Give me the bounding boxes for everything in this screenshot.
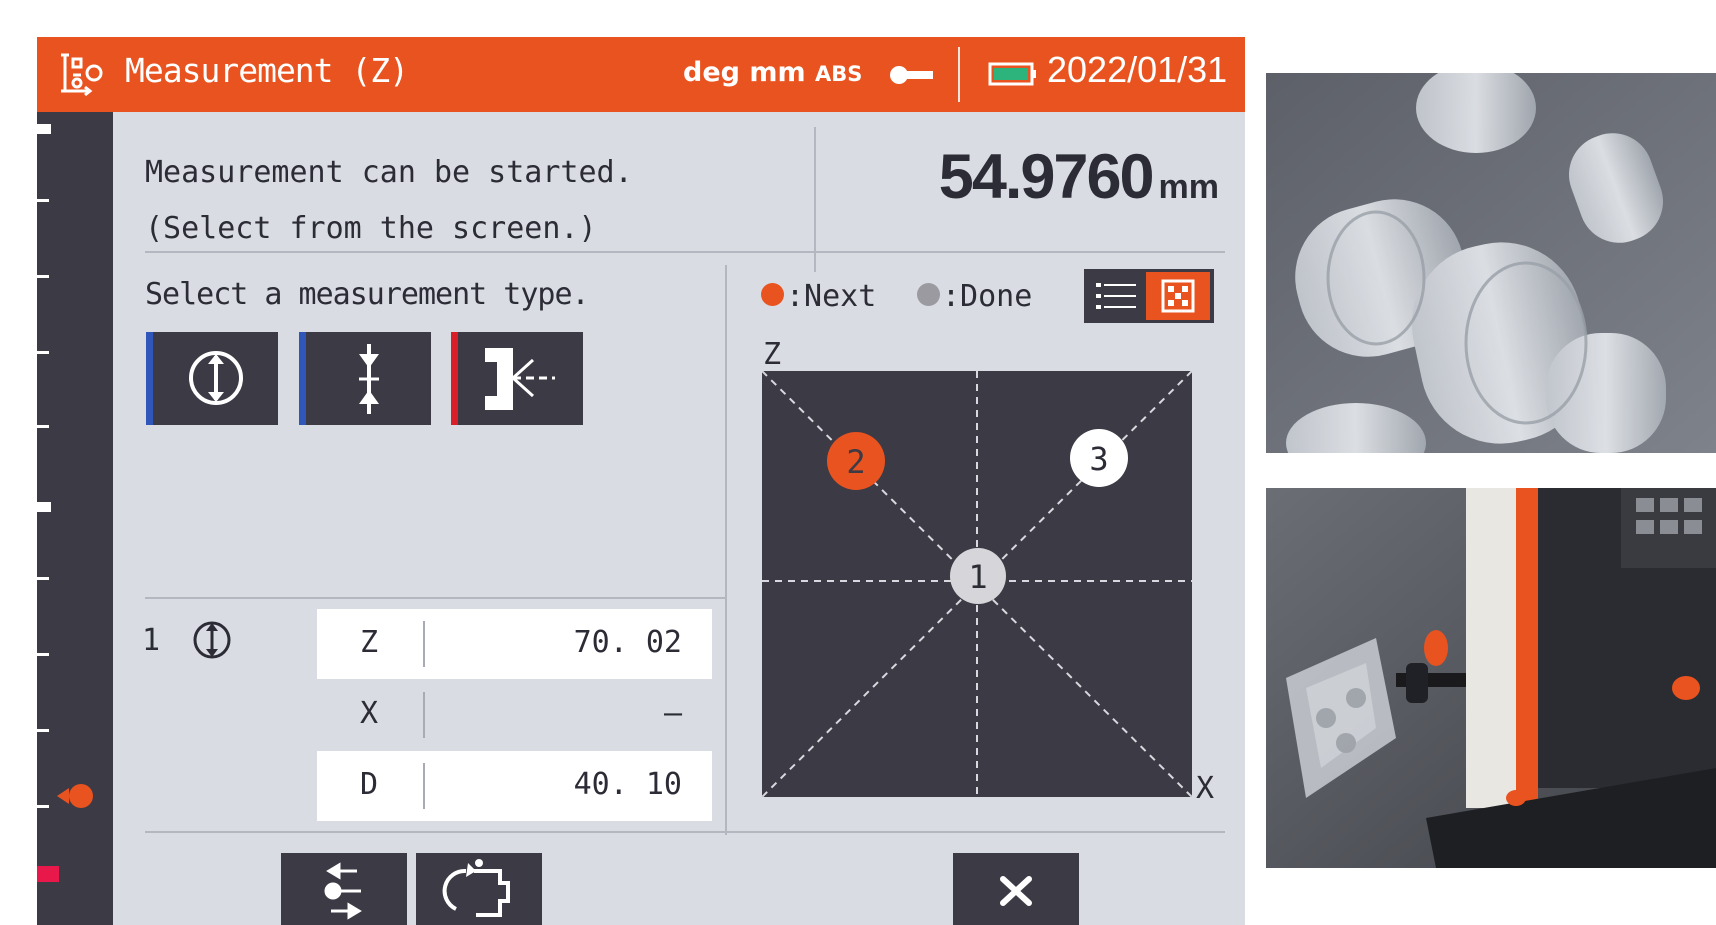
key-lock-icon <box>890 66 933 84</box>
point-1[interactable]: 1 <box>950 548 1006 604</box>
title-bar: Measurement (Z) deg mm ABS 2022/01/31 <box>37 37 1245 112</box>
svg-text:1: 1 <box>968 558 987 596</box>
graphic-view-icon <box>1161 279 1195 313</box>
abs-mode-indicator: ABS <box>815 62 863 86</box>
svg-text:2: 2 <box>846 443 865 481</box>
status-line-1: Measurement can be started. <box>145 155 633 190</box>
next-dot-icon <box>761 283 784 306</box>
close-icon <box>1000 876 1032 906</box>
field-label: Z <box>359 625 379 660</box>
point-3[interactable]: 3 <box>1070 429 1128 487</box>
status-line-2: (Select from the screen.) <box>145 211 597 246</box>
measure-edge-button[interactable] <box>451 332 583 425</box>
scale-tick <box>37 124 51 134</box>
title-separator <box>958 47 960 102</box>
scale-tick <box>37 577 49 580</box>
done-dot-icon <box>917 283 940 306</box>
scale-tick <box>37 351 49 354</box>
point-2[interactable]: 2 <box>827 432 885 490</box>
field-value: – <box>663 696 682 731</box>
legend-next: :Next <box>761 279 876 314</box>
result-divider <box>145 597 725 599</box>
circle-updown-icon <box>189 351 243 405</box>
graphic-view-button[interactable] <box>1146 272 1210 320</box>
scale-tick <box>37 425 49 428</box>
panel-separator <box>725 265 727 835</box>
bottom-divider <box>145 831 1225 833</box>
result-field-d: D 40. 10 <box>317 751 712 821</box>
measurement-type-prompt: Select a measurement type. <box>145 277 590 312</box>
field-label: D <box>359 767 379 802</box>
scale-tick <box>37 729 49 732</box>
result-index: 1 <box>142 623 161 658</box>
product-photo-instrument <box>1266 488 1716 868</box>
scale-tick <box>37 653 49 656</box>
x-axis-label: X <box>1196 771 1215 806</box>
reading-unit: mm <box>1158 168 1219 206</box>
result-field-x: X – <box>317 680 712 750</box>
repeat-cycle-icon <box>442 859 510 917</box>
result-field-z: Z 70. 02 <box>317 609 712 679</box>
list-view-icon[interactable] <box>1094 279 1138 313</box>
window-title: Measurement (Z) <box>125 51 409 90</box>
field-divider <box>423 763 425 809</box>
measure-width-button[interactable] <box>299 332 431 425</box>
height-reading: 54.9760 mm <box>939 141 1219 213</box>
svg-text:3: 3 <box>1089 440 1108 478</box>
measurement-mode-icon <box>61 53 103 97</box>
scale-tick <box>37 805 49 808</box>
field-divider <box>423 692 425 738</box>
scale-tick <box>37 502 51 512</box>
measure-circle-button[interactable] <box>146 332 278 425</box>
lower-limit-marker <box>37 866 59 882</box>
scale-tick <box>37 275 49 278</box>
circle-updown-icon <box>193 621 231 659</box>
field-value: 40. 10 <box>573 767 682 802</box>
repeat-measure-button[interactable] <box>416 853 542 925</box>
current-position-marker <box>57 784 93 808</box>
cancel-button[interactable] <box>953 853 1079 925</box>
z-axis-label: Z <box>763 337 782 372</box>
product-photo-cylinders <box>1266 73 1716 453</box>
point-width-icon <box>359 344 379 414</box>
reading-value: 54.9760 <box>938 142 1155 212</box>
status-message: Measurement can be started. (Select from… <box>145 145 633 257</box>
height-scale <box>37 112 113 925</box>
field-divider <box>423 621 425 667</box>
view-toggle <box>1084 269 1214 323</box>
probe-edge-icon <box>485 348 555 410</box>
field-value: 70. 02 <box>573 625 682 660</box>
field-label: X <box>359 696 379 731</box>
measurement-point-diagram: 1 2 3 <box>762 371 1192 797</box>
date-display: 2022/01/31 <box>1047 49 1228 90</box>
battery-icon <box>988 62 1036 86</box>
top-divider <box>145 251 1225 253</box>
units-indicator: deg mm <box>683 57 806 88</box>
measurement-screen: Measurement (Z) deg mm ABS 2022/01/31 Me… <box>37 37 1245 925</box>
probe-direction-button[interactable] <box>281 853 407 925</box>
scale-tick <box>37 199 49 202</box>
legend-done: :Done <box>917 279 1032 314</box>
probe-direction-icon <box>324 862 362 920</box>
